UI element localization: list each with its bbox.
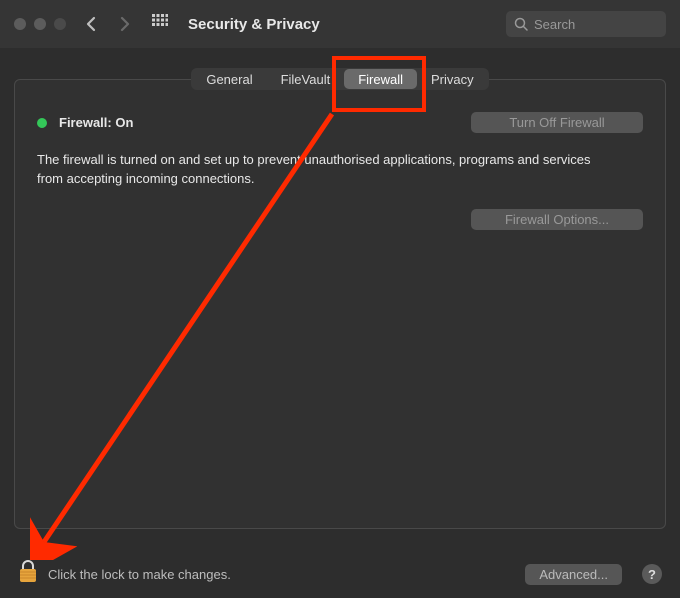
minimize-window-button[interactable]	[34, 18, 46, 30]
traffic-lights	[14, 18, 66, 30]
forward-button[interactable]	[118, 17, 132, 31]
status-indicator-icon	[37, 118, 47, 128]
firewall-panel: Firewall: On Turn Off Firewall The firew…	[14, 79, 666, 529]
zoom-window-button[interactable]	[54, 18, 66, 30]
tab-general[interactable]: General	[192, 69, 266, 89]
window-titlebar: Security & Privacy	[0, 0, 680, 48]
footer: Click the lock to make changes. Advanced…	[0, 550, 680, 598]
show-all-icon[interactable]	[152, 14, 168, 35]
search-icon	[514, 17, 528, 31]
window-title: Security & Privacy	[188, 16, 506, 33]
tab-bar: General FileVault Firewall Privacy	[191, 68, 488, 90]
nav-arrows	[84, 17, 132, 31]
search-box[interactable]	[506, 11, 666, 37]
back-button[interactable]	[84, 17, 98, 31]
help-button[interactable]: ?	[642, 564, 662, 584]
tab-privacy[interactable]: Privacy	[417, 69, 488, 89]
lock-icon[interactable]	[18, 560, 38, 589]
firewall-status-label: Firewall: On	[59, 115, 471, 130]
search-input[interactable]	[534, 17, 658, 32]
lock-hint-text: Click the lock to make changes.	[48, 567, 515, 582]
tab-filevault[interactable]: FileVault	[267, 69, 345, 89]
advanced-button[interactable]: Advanced...	[525, 564, 622, 585]
turn-off-firewall-button[interactable]: Turn Off Firewall	[471, 112, 643, 133]
close-window-button[interactable]	[14, 18, 26, 30]
tab-firewall[interactable]: Firewall	[344, 69, 417, 89]
firewall-description: The firewall is turned on and set up to …	[37, 151, 607, 189]
firewall-options-button[interactable]: Firewall Options...	[471, 209, 643, 230]
